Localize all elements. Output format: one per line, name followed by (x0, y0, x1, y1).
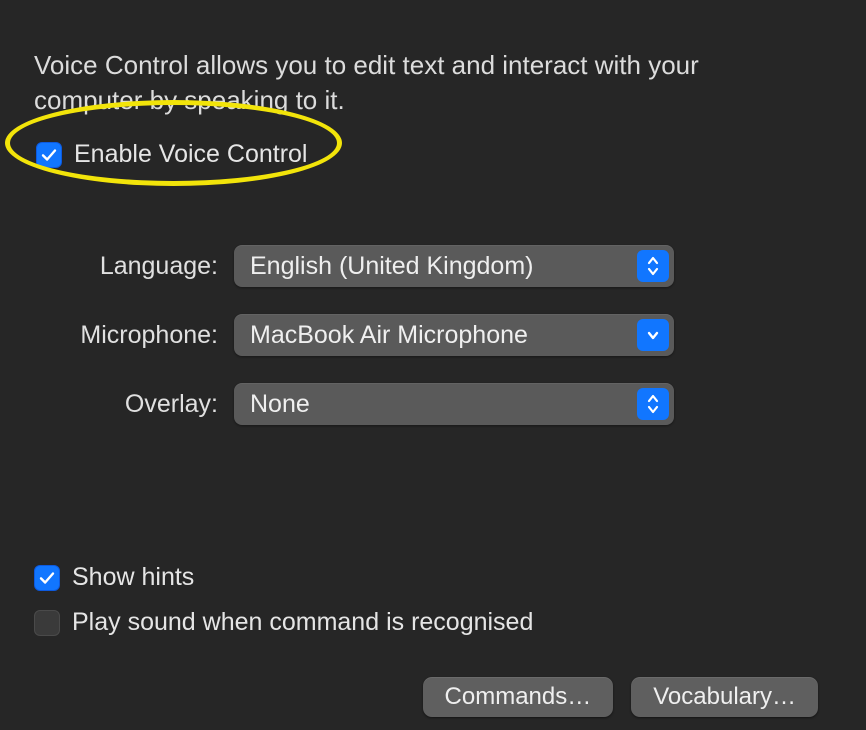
check-icon (40, 146, 58, 164)
show-hints-row: Show hints (34, 563, 832, 592)
play-sound-row: Play sound when command is recognised (34, 608, 832, 637)
show-hints-checkbox[interactable] (34, 565, 60, 591)
chevron-down-icon (637, 319, 669, 351)
enable-voice-control-label: Enable Voice Control (74, 140, 307, 169)
form-area: Language: English (United Kingdom) Micro… (34, 245, 832, 425)
microphone-value: MacBook Air Microphone (250, 321, 528, 350)
overlay-row: Overlay: None (34, 383, 832, 425)
lower-options: Show hints Play sound when command is re… (34, 563, 832, 637)
enable-voice-control-checkbox[interactable] (36, 142, 62, 168)
check-icon (38, 569, 56, 587)
microphone-row: Microphone: MacBook Air Microphone (34, 314, 832, 356)
language-label: Language: (34, 252, 234, 281)
updown-icon (637, 388, 669, 420)
intro-text: Voice Control allows you to edit text an… (34, 48, 814, 118)
vocabulary-button[interactable]: Vocabulary… (631, 677, 818, 717)
overlay-label: Overlay: (34, 390, 234, 419)
play-sound-checkbox[interactable] (34, 610, 60, 636)
voice-control-pane: Voice Control allows you to edit text an… (0, 0, 866, 730)
language-value: English (United Kingdom) (250, 252, 533, 281)
language-row: Language: English (United Kingdom) (34, 245, 832, 287)
overlay-select[interactable]: None (234, 383, 674, 425)
button-bar: Commands… Vocabulary… (34, 677, 832, 717)
enable-voice-control-row: Enable Voice Control (36, 140, 832, 169)
microphone-select[interactable]: MacBook Air Microphone (234, 314, 674, 356)
language-select[interactable]: English (United Kingdom) (234, 245, 674, 287)
overlay-value: None (250, 390, 310, 419)
show-hints-label: Show hints (72, 563, 194, 592)
microphone-label: Microphone: (34, 321, 234, 350)
commands-button[interactable]: Commands… (423, 677, 614, 717)
play-sound-label: Play sound when command is recognised (72, 608, 533, 637)
updown-icon (637, 250, 669, 282)
